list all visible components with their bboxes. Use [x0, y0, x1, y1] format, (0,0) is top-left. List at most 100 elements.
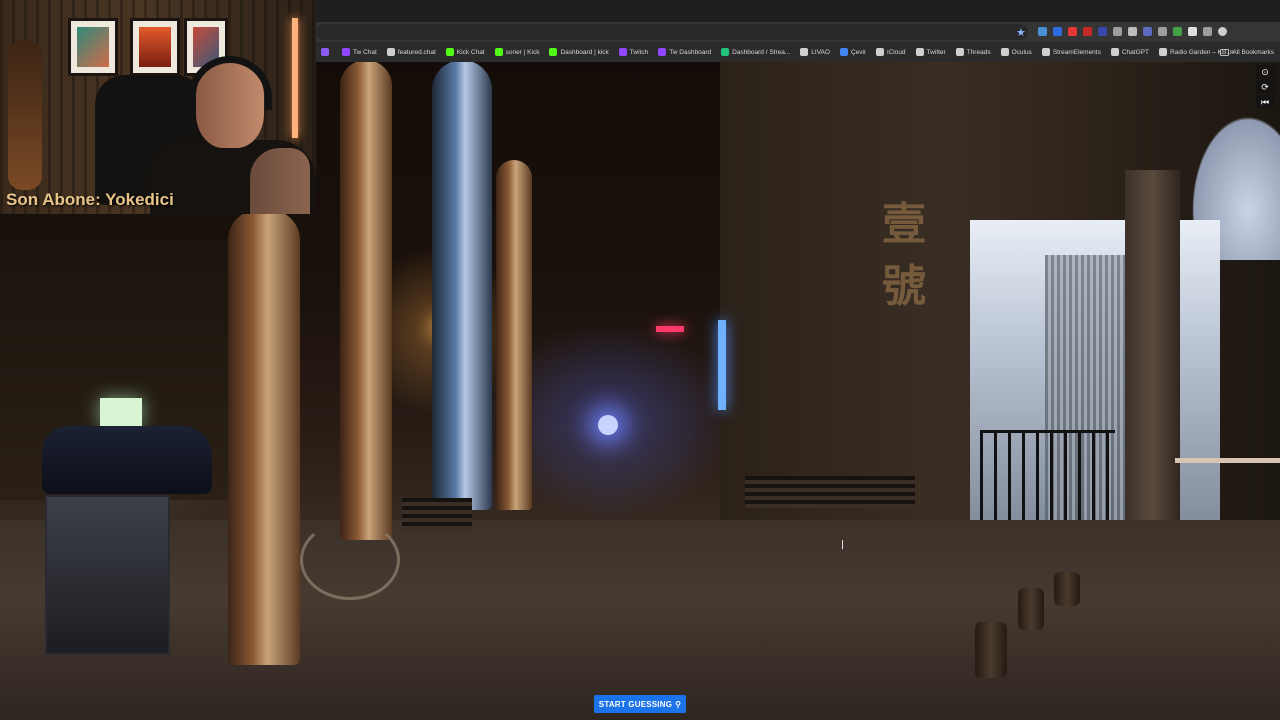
browser-window-chrome: ★ Tw Chat featured.chat Kick Chat soner | K…: [316, 0, 1280, 62]
all-bookmarks-button[interactable]: All Bookmarks: [1220, 42, 1274, 62]
street-sign-glyph: 壹: [882, 199, 926, 250]
bookmark-favicon-icon: [445, 48, 454, 56]
extension-icon[interactable]: [1173, 27, 1182, 36]
webcam-overlay: Son Abone: Yokedici: [0, 0, 316, 214]
bookmark-label: Twitch: [629, 48, 649, 56]
profile-avatar[interactable]: [1218, 27, 1227, 36]
mouse-cursor: [842, 540, 848, 549]
bookmark-label: Dashboard | kick: [560, 48, 609, 56]
bookmarks-bar: Tw Chat featured.chat Kick Chat soner | Kic…: [316, 42, 1280, 62]
tree-trunk: [432, 60, 492, 510]
barrier-rail: [1175, 458, 1280, 463]
bookmark-item[interactable]: Twitch: [614, 42, 653, 62]
bookmark-favicon-icon: [386, 48, 395, 56]
shop-window-light: [100, 398, 142, 426]
bookmark-item[interactable]: ChatGPT: [1106, 42, 1154, 62]
extension-icon[interactable]: [1143, 27, 1152, 36]
bookmark-favicon-icon: [1041, 48, 1050, 56]
bookmark-label: iCloud: [887, 48, 906, 56]
bookmark-favicon-icon: [839, 48, 848, 56]
bench: [402, 498, 472, 530]
bollard: [975, 622, 1007, 678]
bookmark-favicon-icon: [1158, 48, 1167, 56]
bench: [745, 476, 915, 508]
guitar: [8, 40, 42, 190]
bookmark-favicon-icon: [955, 48, 964, 56]
bookmark-favicon-icon: [658, 48, 667, 56]
bookmark-label: Çevir: [850, 48, 867, 56]
bollard: [1054, 572, 1080, 606]
bookmark-favicon-icon: [876, 48, 885, 56]
extension-icons: [1038, 25, 1227, 36]
extension-icon[interactable]: [1038, 27, 1047, 36]
bookmark-favicon-icon: [494, 48, 503, 56]
neon-sign-blue: [718, 320, 726, 410]
neon-light-bar: [292, 18, 298, 138]
extension-icon[interactable]: [1068, 27, 1077, 36]
extension-icon[interactable]: [1053, 27, 1062, 36]
bookmark-item[interactable]: iCloud: [871, 42, 910, 62]
bookmark-label: ChatGPT: [1121, 48, 1149, 56]
bookmark-star-icon[interactable]: ★: [1016, 26, 1028, 40]
stone-column: [1125, 170, 1180, 540]
browser-toolbar: ★: [316, 22, 1280, 42]
bookmark-item[interactable]: Dashboard / Strea...: [716, 42, 795, 62]
extension-icon[interactable]: [1098, 27, 1107, 36]
tab-strip[interactable]: [316, 0, 1280, 22]
compass-button[interactable]: ⊙: [1256, 65, 1274, 79]
tree-trunk: [340, 60, 392, 540]
address-bar[interactable]: ★: [316, 24, 1028, 40]
bicycle: [300, 520, 400, 600]
extension-icon[interactable]: [1128, 27, 1137, 36]
street-sign-glyph: 號: [882, 261, 926, 312]
parked-car: [42, 426, 212, 494]
bookmark-item[interactable]: LIVAO: [795, 42, 835, 62]
bookmark-favicon-icon: [321, 48, 329, 56]
blue-light: [598, 415, 618, 435]
extension-icon[interactable]: [1083, 27, 1092, 36]
bookmark-item[interactable]: Kick Chat: [441, 42, 490, 62]
bookmark-item[interactable]: soner | Kick: [490, 42, 545, 62]
bookmark-item[interactable]: Twitter: [911, 42, 951, 62]
bookmark-item[interactable]: Dashboard | kick: [544, 42, 613, 62]
puzzle-icon[interactable]: [1188, 27, 1197, 36]
bollard: [1018, 588, 1044, 630]
extension-icon[interactable]: [1113, 27, 1122, 36]
wall-picture: [130, 18, 180, 76]
bookmark-favicon-icon: [618, 48, 627, 56]
map-pin-icon: ⚲: [675, 699, 682, 709]
bookmark-favicon-icon: [1110, 48, 1119, 56]
start-guessing-button[interactable]: START GUESSING ⚲: [594, 695, 686, 713]
page: 壹 號 ★ Tw Chat featured.chat Kick Chat so…: [0, 0, 1280, 720]
bookmark-label: LIVAO: [811, 48, 830, 56]
bookmark-favicon-icon: [1000, 48, 1009, 56]
bookmark-item[interactable]: StreamElements: [1037, 42, 1106, 62]
extension-icon[interactable]: [1158, 27, 1167, 36]
bookmark-label: Kick Chat: [456, 48, 485, 56]
bookmark-item[interactable]: Tw Chat: [337, 42, 382, 62]
menu-icon[interactable]: [1203, 27, 1212, 36]
sidewalk: [0, 520, 1280, 720]
trash-bin: [45, 495, 170, 655]
bookmark-item[interactable]: Tw Dashboard: [653, 42, 716, 62]
bookmark-favicon-icon: [549, 48, 558, 56]
latest-subscriber-caption: Son Abone: Yokedici: [6, 190, 174, 209]
bookmark-label: soner | Kick: [505, 48, 540, 56]
bookmark-item[interactable]: featured.chat: [382, 42, 441, 62]
iron-fence: [980, 430, 1115, 530]
return-to-start-button[interactable]: ⏮: [1256, 95, 1274, 109]
all-bookmarks-label: All Bookmarks: [1232, 48, 1274, 56]
neon-sign-pink: [656, 326, 684, 332]
refresh-button[interactable]: ⟳: [1256, 80, 1274, 94]
bookmark-item[interactable]: Çevir: [835, 42, 871, 62]
bookmark-item[interactable]: Oculus: [996, 42, 1037, 62]
bookmark-favicon-icon: [800, 48, 809, 56]
tree-trunk: [496, 160, 532, 510]
wall-picture: [68, 18, 118, 76]
bookmark-label: Threads: [966, 48, 991, 56]
bookmark-label: Twitter: [926, 48, 946, 56]
bookmark-item[interactable]: Threads: [951, 42, 996, 62]
bookmark-label: Dashboard / Strea...: [732, 48, 791, 56]
bookmark-label: Tw Chat: [353, 48, 377, 56]
bookmark-item[interactable]: [316, 42, 337, 62]
